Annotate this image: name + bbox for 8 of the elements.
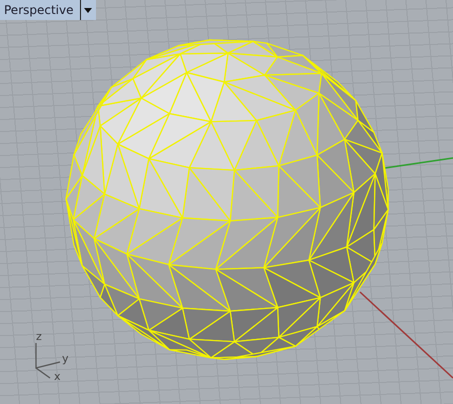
y-axis-line [384,157,453,169]
viewport-title: Perspective [3,2,74,19]
viewport-tab[interactable]: Perspective [0,0,96,20]
axis-label: y [62,352,69,365]
caret-icon [84,8,92,12]
axis-gizmo-icon [35,343,60,378]
axis-label: x [54,370,61,383]
axis-label: z [36,330,42,343]
